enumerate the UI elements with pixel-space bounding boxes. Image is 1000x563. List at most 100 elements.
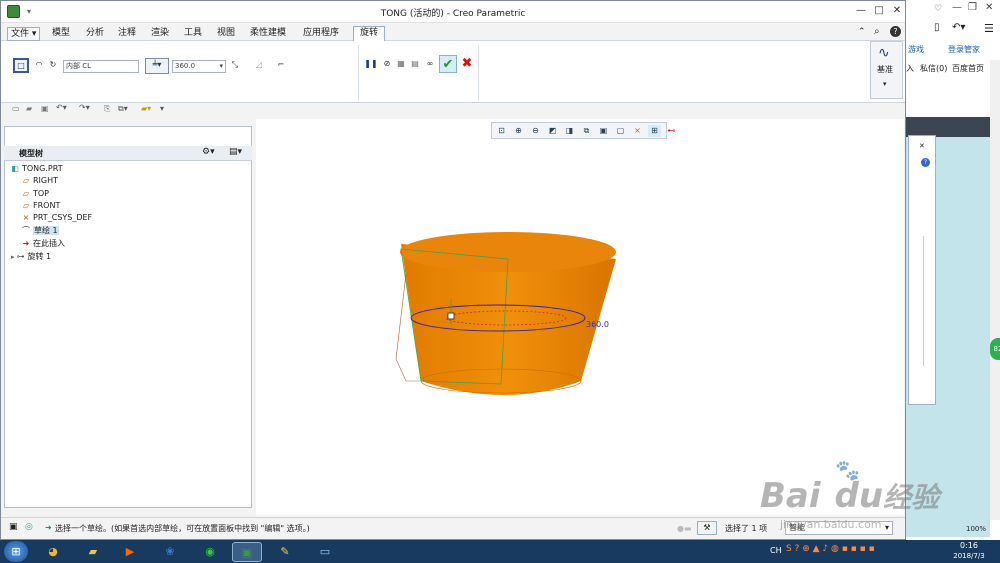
taskbar-media-icon[interactable]: ▶ — [115, 542, 145, 562]
navigator-toggle-icon[interactable]: ▣ — [9, 522, 18, 532]
phone-icon[interactable]: ▯ — [934, 22, 940, 33]
taskbar-paint-icon[interactable]: ✎ — [270, 542, 300, 562]
annotation-display-icon[interactable]: ⊞ — [648, 125, 661, 137]
maximize-button[interactable]: □ — [871, 4, 887, 18]
solid-icon[interactable]: □ — [13, 58, 29, 73]
close-window-icon[interactable]: ▰▾ — [141, 104, 151, 113]
browser-restore[interactable]: ❐ — [968, 2, 977, 13]
thicken-icon[interactable]: ⌐ — [274, 59, 288, 72]
tree-item-insert-here[interactable]: ➜ 在此插入 — [20, 238, 65, 250]
nav-messages[interactable]: 私信(0) — [920, 63, 947, 74]
saved-orientations-icon[interactable]: ⧉ — [580, 125, 593, 137]
popup-help-icon[interactable]: ? — [921, 158, 930, 167]
tree-item-revolve[interactable]: ▸ ⊶ 旋转 1 — [11, 251, 51, 263]
search-icon[interactable]: ⌕ — [874, 26, 880, 37]
angle-type-icon[interactable]: ╧▾ — [145, 58, 169, 74]
customize-icon[interactable]: ▾ — [160, 104, 164, 113]
taskbar-explorer-icon[interactable]: ▰ — [78, 542, 108, 562]
tree-item-csys[interactable]: ⨯ PRT_CSYS_DEF — [20, 212, 93, 224]
datum-group[interactable]: ∿ 基准 ▾ — [870, 41, 903, 99]
collapse-icon[interactable]: ⌃ — [858, 27, 866, 37]
tab-applications[interactable]: 应用程序 — [300, 27, 342, 41]
lang-indicator[interactable]: CH — [770, 546, 782, 555]
game-link[interactable]: 游戏 — [908, 44, 924, 55]
tab-analysis[interactable]: 分析 — [83, 27, 107, 41]
open-icon[interactable]: ▰ — [26, 104, 32, 113]
cancel-x-icon[interactable]: ✖ — [460, 56, 474, 72]
zoom-in-icon[interactable]: ⊕ — [512, 125, 525, 137]
taskbar-creo-icon[interactable]: ▣ — [232, 542, 262, 562]
perspective-icon[interactable]: ▢ — [614, 125, 627, 137]
surface-icon[interactable]: ◠ — [32, 59, 46, 72]
display-style-icon[interactable]: ◨ — [563, 125, 576, 137]
popup-close-icon[interactable]: ✕ — [919, 142, 925, 150]
tree-item-sketch[interactable]: ⌒ 草绘 1 — [20, 225, 59, 237]
sketch-reference-field[interactable]: 内部 CL — [63, 60, 139, 73]
no-preview-icon[interactable]: ⊘ — [380, 58, 394, 71]
drag-handle[interactable] — [447, 312, 455, 320]
browser-scrollbar[interactable] — [990, 60, 1000, 520]
taskbar-baidu-cloud-icon[interactable]: ❀ — [155, 542, 185, 562]
help-icon[interactable]: ? — [890, 26, 901, 37]
new-icon[interactable]: ▭ — [12, 104, 20, 113]
tree-item-right[interactable]: ▱ RIGHT — [20, 175, 58, 187]
browser-minimize[interactable]: — — [952, 2, 962, 13]
refit-icon[interactable]: ⊡ — [495, 125, 508, 137]
clock-date[interactable]: 2018/7/3 — [944, 552, 994, 560]
menu-icon[interactable]: ☰ — [984, 22, 994, 35]
regenerate-icon[interactable]: ⎘ — [104, 104, 110, 114]
tab-view[interactable]: 视图 — [214, 27, 238, 41]
verify-icon[interactable]: ▤ — [408, 58, 422, 71]
history-icon[interactable]: ↶▾ — [952, 22, 965, 33]
pause-icon[interactable]: ❚❚ — [364, 58, 378, 71]
login-link[interactable]: 登录管家 — [948, 44, 980, 55]
view-manager-icon[interactable]: ▣ — [597, 125, 610, 137]
spin-center-icon[interactable]: ⊷ — [665, 125, 678, 137]
tree-item-part[interactable]: ◧ TONG.PRT — [9, 163, 62, 175]
popup-scrollbar[interactable] — [923, 236, 933, 366]
tab-annotate[interactable]: 注释 — [115, 27, 139, 41]
angle-dimension-label[interactable]: 360.0 — [586, 320, 609, 329]
taskbar-browser-icon[interactable]: ◉ — [195, 542, 225, 562]
graphics-area[interactable]: 360.0 — [256, 119, 904, 515]
model-viewport[interactable]: 360.0 — [256, 119, 904, 515]
redo-icon[interactable]: ↷▾ — [79, 103, 90, 112]
tab-revolve[interactable]: 旋转 — [353, 26, 385, 41]
angle-value-input[interactable]: 360.0 ▾ — [172, 60, 226, 73]
revolve-axis-icon[interactable]: ↻ — [46, 59, 60, 72]
preview-icon[interactable]: ▦ — [394, 58, 408, 71]
nav-in[interactable]: 入 — [906, 63, 914, 74]
tab-render[interactable]: 渲染 — [148, 27, 172, 41]
settings-icon[interactable]: ⚙▾ — [202, 147, 215, 157]
close-button[interactable]: ✕ — [889, 4, 905, 18]
remove-material-icon[interactable]: ◿ — [252, 59, 266, 72]
browser-close[interactable]: ✕ — [985, 2, 993, 13]
undo-icon[interactable]: ↶▾ — [56, 103, 67, 112]
start-button[interactable]: ⊞ — [4, 541, 28, 562]
taskbar-window-icon[interactable]: ▭ — [310, 542, 340, 562]
badge[interactable]: 82 — [990, 338, 1000, 360]
taskbar-app-1[interactable]: ◕ — [38, 542, 68, 562]
datum-display-icon[interactable]: ⨯ — [631, 125, 644, 137]
ok-check-icon[interactable]: ✔ — [439, 55, 457, 73]
browser-toggle-icon[interactable]: ◎ — [25, 522, 33, 532]
nav-baidu-home[interactable]: 百度首页 — [952, 63, 984, 74]
tab-model[interactable]: 模型 — [49, 27, 73, 41]
file-menu[interactable]: 文件 ▾ — [7, 27, 41, 41]
tree-item-top[interactable]: ▱ TOP — [20, 188, 49, 200]
show-icon[interactable]: ▤▾ — [229, 147, 242, 157]
windows-icon[interactable]: ⧉▾ — [118, 104, 128, 114]
selection-filter-icon[interactable]: ⚒ — [697, 521, 717, 535]
minimize-button[interactable]: — — [853, 4, 869, 18]
clock-time[interactable]: 0:16 — [954, 541, 984, 550]
glasses-icon[interactable]: ∞ — [423, 58, 437, 71]
zoom-out-icon[interactable]: ⊖ — [529, 125, 542, 137]
tab-flexible-modeling[interactable]: 柔性建模 — [247, 27, 289, 41]
tab-tools[interactable]: 工具 — [181, 27, 205, 41]
tree-item-front[interactable]: ▱ FRONT — [20, 200, 60, 212]
tray-icons[interactable]: S ? ⊕ ▲ ♪ ◍ ▪ ▪ ▪ ▪ — [786, 544, 875, 554]
repaint-icon[interactable]: ◩ — [546, 125, 559, 137]
browser-min-icon[interactable]: ♡ — [934, 4, 942, 14]
save-icon[interactable]: ▣ — [41, 104, 49, 113]
flip-direction-icon[interactable]: ⤡ — [228, 59, 242, 72]
